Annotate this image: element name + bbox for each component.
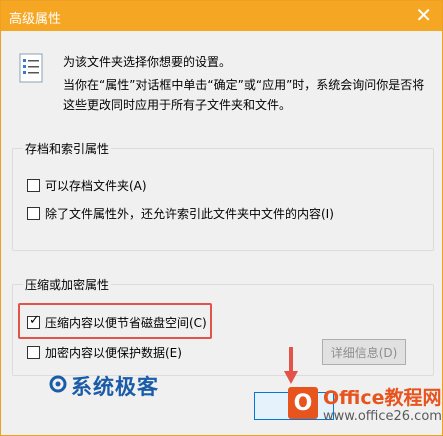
index-content-checkbox-label: 除了文件属性外，还允许索引此文件夹中文件的内容(I) (45, 207, 334, 221)
archive-checkbox-box[interactable] (27, 179, 40, 192)
details-button[interactable]: 详细信息(D) (322, 339, 406, 365)
office26-watermark-url: www.office26.com (323, 409, 442, 424)
title-bar[interactable]: 高级属性 ✕ (1, 1, 442, 31)
compress-checkbox-label: 压缩内容以便节省磁盘空间(C) (45, 316, 207, 330)
office26-watermark: O Office教程网 www.office26.com (288, 387, 442, 425)
compress-group-title: 压缩或加密属性 (23, 276, 112, 293)
encrypt-checkbox[interactable]: 加密内容以便保护数据(E) (27, 344, 182, 361)
syskeke-watermark: 系统极客 (49, 371, 159, 401)
encrypt-checkbox-box[interactable] (27, 346, 40, 359)
encrypt-checkbox-label: 加密内容以便保护数据(E) (45, 346, 182, 360)
description-line-2: 当你在“属性”对话框中单击“确定”或“应用”时，系统会询问你是否将这些更改同时应… (63, 78, 425, 112)
compress-checkbox-box[interactable]: ✓ (27, 313, 40, 329)
archive-index-group: 存档和索引属性 (12, 140, 434, 251)
office26-watermark-title: Office教程网 (323, 387, 442, 409)
close-button[interactable]: ✕ (415, 4, 432, 26)
syskeke-watermark-text: 系统极客 (71, 375, 159, 399)
document-list-icon (19, 53, 43, 86)
advanced-attributes-dialog: 高级属性 ✕ 为该文件夹选择你想要的设置。 当你在“属性”对话框中单击“确定”或… (0, 0, 443, 436)
archive-checkbox[interactable]: 可以存档文件夹(A) (27, 177, 147, 194)
archive-checkbox-label: 可以存档文件夹(A) (45, 179, 147, 193)
compress-checkbox[interactable]: ✓ 压缩内容以便节省磁盘空间(C) (27, 313, 207, 331)
window-title: 高级属性 (9, 12, 62, 27)
index-content-checkbox-box[interactable] (27, 207, 40, 220)
archive-group-title: 存档和索引属性 (23, 140, 112, 157)
syskeke-logo-icon (49, 374, 67, 398)
description-line-1: 为该文件夹选择你想要的设置。 (63, 55, 232, 69)
down-arrow-icon (284, 347, 298, 388)
checkmark-icon: ✓ (29, 313, 40, 328)
index-content-checkbox[interactable]: 除了文件属性外，还允许索引此文件夹中文件的内容(I) (27, 205, 334, 222)
office-logo-icon: O (288, 387, 318, 419)
